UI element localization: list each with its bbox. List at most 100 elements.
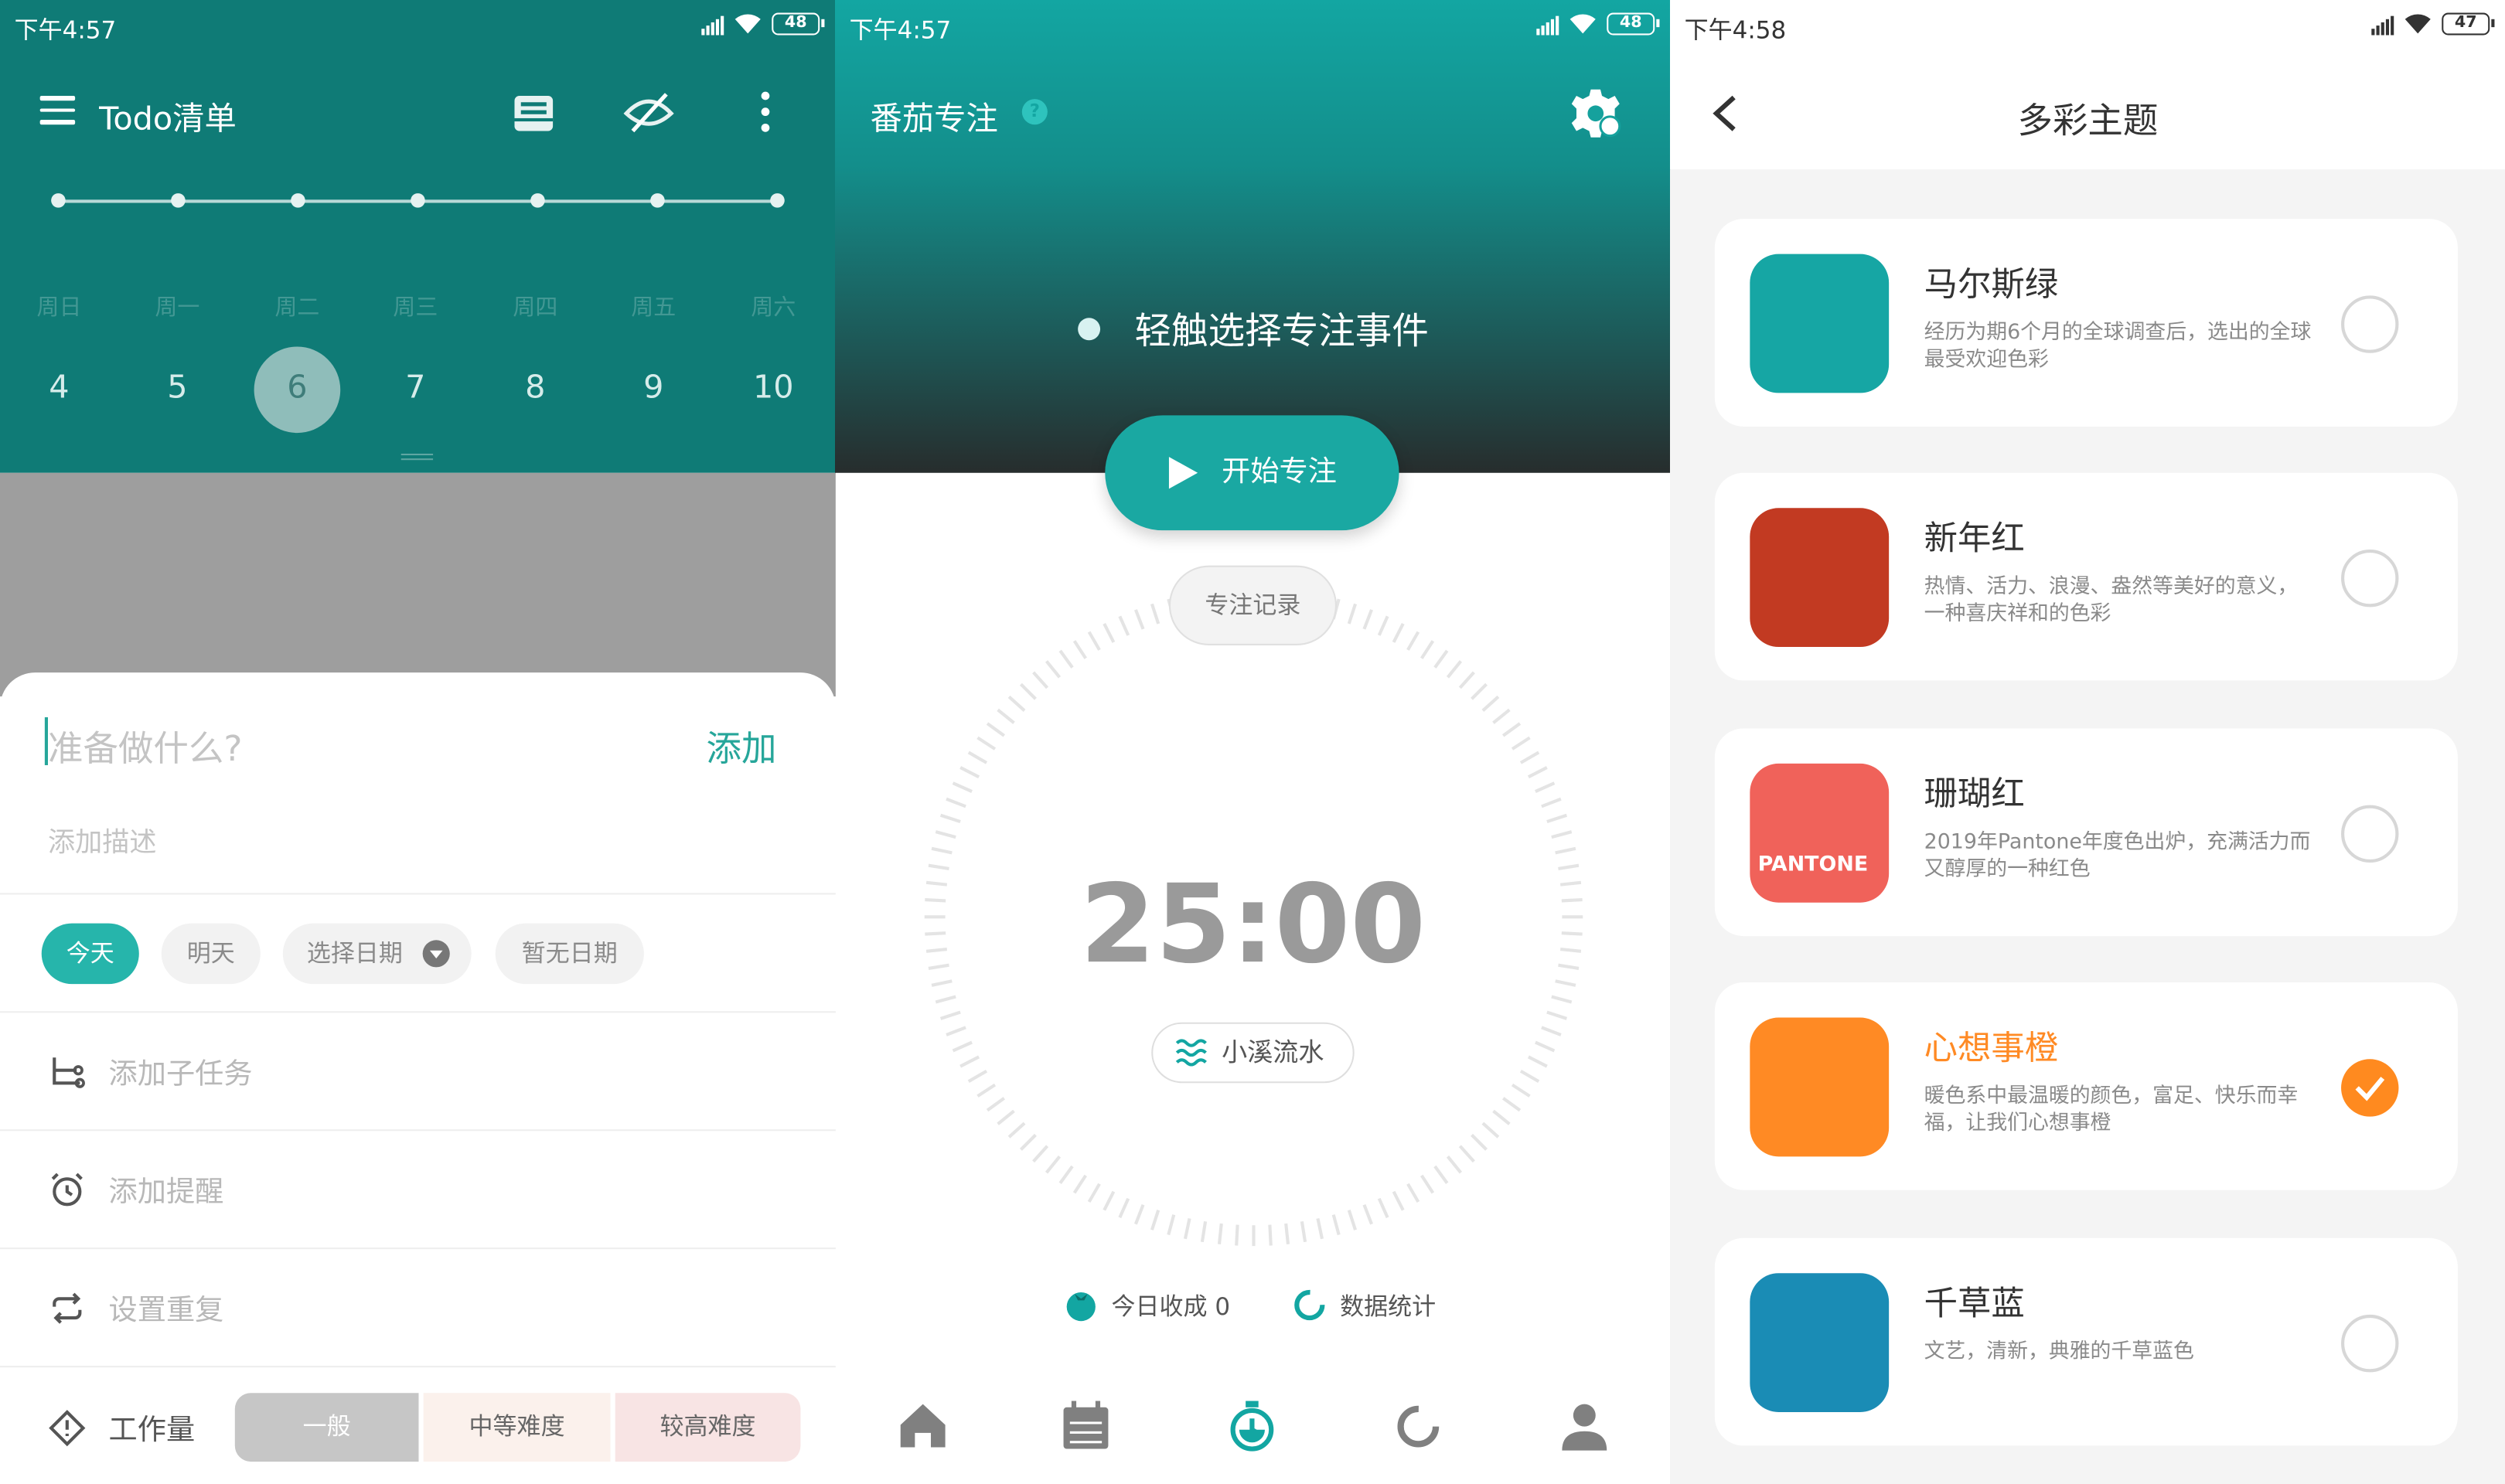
day-4[interactable]: 4 (11, 367, 107, 406)
battery-icon: 48 (1607, 12, 1660, 36)
dial-tick (986, 722, 1006, 737)
dial-tick (1058, 1165, 1074, 1184)
dial-tick (1087, 631, 1101, 651)
chip-pick-date-label: 选择日期 (306, 939, 403, 968)
dial-tick (1535, 781, 1556, 793)
task-input[interactable]: 准备做什么? (48, 720, 242, 771)
day-10[interactable]: 10 (725, 367, 821, 406)
dial-tick (1433, 649, 1449, 669)
wifi-icon (1569, 14, 1596, 34)
stats-ring-icon[interactable] (1389, 1393, 1447, 1457)
dial-tick (959, 1055, 980, 1068)
dial-tick (946, 1026, 966, 1036)
add-reminder-label: 添加提醒 (108, 1176, 224, 1210)
profile-icon[interactable] (1556, 1393, 1613, 1457)
weekday-label: 周日 (36, 295, 82, 322)
theme-radio[interactable] (2341, 549, 2399, 608)
home-icon[interactable] (894, 1393, 951, 1457)
stopwatch-icon[interactable] (1223, 1393, 1280, 1457)
dial-tick (931, 846, 953, 855)
add-button[interactable]: 添加 (706, 720, 776, 771)
workload-row: 工作量 (48, 1407, 195, 1449)
dial-tick (1118, 1197, 1130, 1219)
chip-pick-date[interactable]: 选择日期 (282, 923, 472, 985)
theme-radio[interactable] (2341, 1314, 2399, 1373)
workload-high[interactable]: 较高难度 (615, 1393, 801, 1462)
inbox-icon[interactable] (508, 87, 559, 138)
today-harvest-item[interactable]: 今日收成 0 (1064, 1288, 1230, 1322)
timer-display: 25:00 (1079, 863, 1426, 989)
chip-tomorrow[interactable]: 明天 (161, 923, 261, 985)
dial-tick (1481, 695, 1500, 712)
theme-radio[interactable] (2341, 295, 2399, 353)
day-8[interactable]: 8 (487, 367, 583, 406)
description-input[interactable]: 添加描述 (48, 819, 157, 859)
day-9[interactable]: 9 (605, 367, 701, 406)
theme-card-coral-red[interactable]: PANTONE 珊瑚红 2019年Pantone年度色出炉，充满活力而又醇厚的一… (1714, 728, 2458, 937)
dial-tick (1541, 797, 1562, 808)
chip-today[interactable]: 今天 (41, 923, 139, 985)
check-icon (2355, 1077, 2385, 1101)
chip-no-date[interactable]: 暂无日期 (495, 923, 644, 985)
dial-tick (1471, 682, 1488, 700)
dial-tick (1420, 640, 1435, 659)
select-event-label: 轻触选择专注事件 (1134, 311, 1429, 353)
menu-icon[interactable] (39, 96, 76, 124)
dial-tick (1150, 603, 1160, 625)
dial-tick (1392, 623, 1405, 643)
theme-card-new-year-red[interactable]: 新年红 热情、活力、浪漫、盎然等美好的意义，一种喜庆祥和的色彩 (1714, 472, 2458, 681)
dial-tick (1362, 609, 1373, 630)
color-swatch (1750, 254, 1890, 393)
eye-off-icon[interactable] (623, 87, 674, 138)
select-event-button[interactable]: 轻触选择专注事件 (835, 301, 1671, 355)
help-icon[interactable]: ? (1021, 99, 1048, 125)
ring-chart-icon (1294, 1289, 1325, 1321)
workload-normal[interactable]: 一般 (234, 1393, 419, 1462)
dial-tick (967, 1069, 988, 1083)
signal-icon (1536, 14, 1559, 35)
dial-tick (1019, 1133, 1037, 1151)
dial-tick (1103, 1190, 1116, 1211)
day-6[interactable]: 6 (249, 367, 345, 406)
status-bar: 下午4:58 47 (1670, 0, 2505, 54)
start-focus-button[interactable]: 开始专注 (1105, 415, 1399, 531)
dial-tick (1087, 1183, 1101, 1203)
weekday-label: 周四 (513, 295, 558, 322)
sound-selector[interactable]: 小溪流水 (1151, 1022, 1355, 1084)
statistics-item[interactable]: 数据统计 (1292, 1288, 1436, 1322)
signal-icon (2371, 14, 2394, 35)
theme-name: 新年红 (1924, 519, 2025, 558)
day-5[interactable]: 5 (129, 367, 225, 406)
dial-tick (997, 708, 1015, 724)
wifi-icon (2404, 14, 2431, 34)
calendar-icon[interactable] (1057, 1393, 1114, 1457)
focus-header (835, 0, 1671, 473)
more-icon[interactable] (740, 87, 791, 138)
focus-records-button[interactable]: 专注记录 (1168, 565, 1337, 645)
theme-radio[interactable] (2341, 805, 2399, 863)
page-title: 番茄专注 (870, 99, 998, 138)
dial-tick (1551, 830, 1573, 839)
theme-card-blue[interactable]: 千草蓝 文艺，清新，典雅的千草蓝色 (1714, 1237, 2458, 1446)
start-focus-label: 开始专注 (1222, 455, 1337, 489)
color-swatch (1750, 1273, 1890, 1413)
day-7[interactable]: 7 (367, 367, 463, 406)
workload-medium[interactable]: 中等难度 (423, 1393, 611, 1462)
dial-tick (952, 781, 973, 793)
subtask-icon (53, 1057, 85, 1088)
settings-gear-icon[interactable] (1569, 87, 1623, 141)
add-reminder-row[interactable]: 添加提醒 (48, 1169, 223, 1211)
set-repeat-row[interactable]: 设置重复 (48, 1288, 223, 1329)
event-dot-icon (1077, 318, 1100, 341)
add-subtask-row[interactable]: 添加子任务 (48, 1051, 253, 1093)
theme-card-orange[interactable]: 心想事橙 暖色系中最温暖的颜色，富足、快乐而幸福，让我们心想事橙 (1714, 982, 2458, 1190)
dial-tick (1007, 1122, 1026, 1139)
dial-tick (946, 797, 966, 808)
theme-card-mars-green[interactable]: 马尔斯绿 经历为期6个月的全球调查后，选出的全球最受欢迎色彩 (1714, 219, 2458, 427)
dial-tick (935, 995, 956, 1004)
battery-icon: 47 (2442, 12, 2495, 36)
theme-radio-selected[interactable] (2341, 1059, 2399, 1117)
drag-handle[interactable] (400, 453, 434, 461)
dial-tick (1072, 640, 1087, 659)
dial-tick (1072, 1174, 1087, 1194)
